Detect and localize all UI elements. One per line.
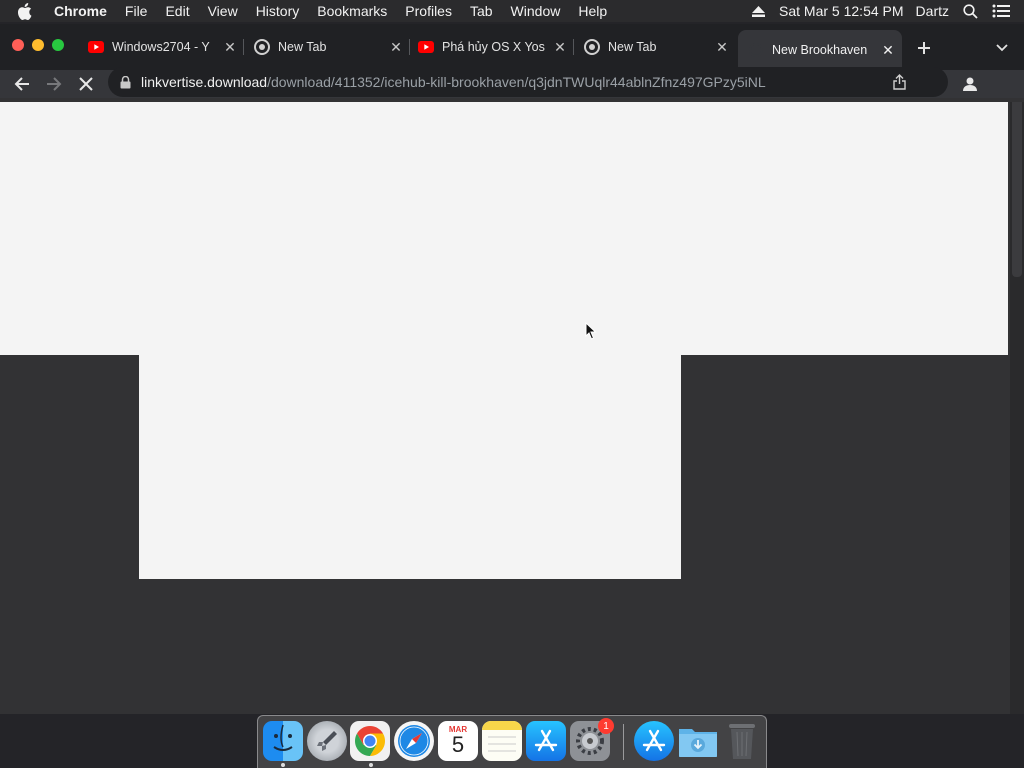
menu-app-name[interactable]: Chrome — [54, 3, 107, 19]
tab-new-tab-2[interactable]: New Tab ✕ — [584, 32, 736, 62]
tab-new-brookhaven[interactable]: New Brookhaven ✕ — [738, 30, 902, 70]
menu-edit[interactable]: Edit — [165, 3, 189, 19]
tab-close-icon[interactable]: ✕ — [714, 39, 730, 55]
finder-icon[interactable] — [263, 721, 303, 761]
tab-separator — [409, 39, 410, 55]
tab-new-tab-1[interactable]: New Tab ✕ — [254, 32, 410, 62]
page-content[interactable] — [0, 102, 1024, 714]
tab-title: New Brookhaven — [772, 43, 868, 57]
downloads-folder-icon[interactable] — [678, 721, 718, 761]
browser-toolbar: linkvertise.download/download/411352/ice… — [0, 67, 1024, 98]
profile-avatar-icon[interactable] — [958, 72, 982, 96]
menu-view[interactable]: View — [208, 3, 238, 19]
menu-tab[interactable]: Tab — [470, 3, 493, 19]
notes-icon[interactable] — [482, 721, 522, 761]
tab-close-icon[interactable]: ✕ — [222, 39, 238, 55]
youtube-icon — [418, 39, 434, 55]
tab-close-icon[interactable]: ✕ — [880, 42, 896, 58]
chrome-window: Windows2704 - Y ✕ New Tab ✕ Phá hủy OS X… — [0, 24, 1024, 714]
menu-history[interactable]: History — [256, 3, 300, 19]
tab-pha-huy-os-x[interactable]: Phá hủy OS X Yos ✕ — [418, 32, 574, 62]
control-center-icon[interactable] — [992, 4, 1010, 18]
spotlight-search-icon[interactable] — [963, 3, 978, 19]
launchpad-icon[interactable] — [307, 721, 347, 761]
app-store-icon[interactable] — [526, 721, 566, 761]
tab-title: Windows2704 - Y — [112, 40, 210, 54]
chrome-icon — [254, 39, 270, 55]
tab-close-icon[interactable]: ✕ — [388, 39, 404, 55]
url-path: /download/411352/icehub-kill-brookhaven/… — [267, 74, 766, 90]
mouse-cursor-icon — [585, 321, 597, 345]
scrollbar-thumb[interactable] — [1012, 102, 1022, 277]
page-scrollbar[interactable] — [1010, 102, 1024, 714]
close-window-button[interactable] — [12, 39, 24, 51]
stop-loading-button[interactable] — [74, 72, 98, 96]
system-preferences-badge: 1 — [598, 718, 614, 734]
trash-icon[interactable] — [722, 721, 762, 761]
address-bar-url: linkvertise.download/download/411352/ice… — [141, 74, 766, 90]
menu-window[interactable]: Window — [511, 3, 561, 19]
dock: MAR 5 1 — [257, 715, 767, 768]
menu-profiles[interactable]: Profiles — [405, 3, 452, 19]
page-blank-area-top — [0, 102, 1008, 355]
chevron-down-icon[interactable] — [993, 39, 1011, 57]
tab-separator — [573, 39, 574, 55]
safari-icon[interactable] — [394, 721, 434, 761]
menubar-user[interactable]: Dartz — [916, 3, 949, 19]
youtube-icon — [88, 39, 104, 55]
back-button[interactable] — [10, 72, 34, 96]
chrome-running-indicator — [369, 763, 373, 767]
tab-title: New Tab — [608, 40, 657, 54]
menu-bookmarks[interactable]: Bookmarks — [317, 3, 387, 19]
calendar-icon[interactable]: MAR 5 — [438, 721, 478, 761]
url-host: linkvertise.download — [141, 74, 268, 90]
apple-icon[interactable] — [17, 2, 39, 20]
menu-help[interactable]: Help — [578, 3, 607, 19]
chrome-icon[interactable] — [350, 721, 390, 761]
menu-bar: Chrome File Edit View History Bookmarks … — [0, 0, 1024, 22]
share-icon[interactable] — [893, 74, 906, 90]
new-tab-button[interactable] — [913, 37, 935, 59]
tab-title: New Tab — [278, 40, 327, 54]
tab-windows2704[interactable]: Windows2704 - Y ✕ — [88, 32, 244, 62]
finder-running-indicator — [281, 763, 285, 767]
zoom-window-button[interactable] — [52, 39, 64, 51]
tab-title: Phá hủy OS X Yos — [442, 40, 545, 54]
minimize-window-button[interactable] — [32, 39, 44, 51]
chrome-icon — [584, 39, 600, 55]
menu-file[interactable]: File — [125, 3, 148, 19]
tab-close-icon[interactable]: ✕ — [552, 39, 568, 55]
app-store-downloads-icon[interactable] — [634, 721, 674, 761]
page-blank-area-box — [139, 355, 681, 579]
tab-separator — [243, 39, 244, 55]
loading-spinner-icon — [748, 42, 764, 58]
eject-icon[interactable] — [752, 5, 766, 17]
forward-button[interactable] — [42, 72, 66, 96]
address-bar[interactable]: linkvertise.download/download/411352/ice… — [108, 67, 948, 97]
menubar-clock[interactable]: Sat Mar 5 12:54 PM — [779, 3, 904, 19]
calendar-day: 5 — [451, 731, 465, 757]
dock-separator — [623, 724, 624, 760]
lock-icon[interactable] — [120, 75, 131, 89]
tab-strip: Windows2704 - Y ✕ New Tab ✕ Phá hủy OS X… — [0, 24, 1024, 70]
